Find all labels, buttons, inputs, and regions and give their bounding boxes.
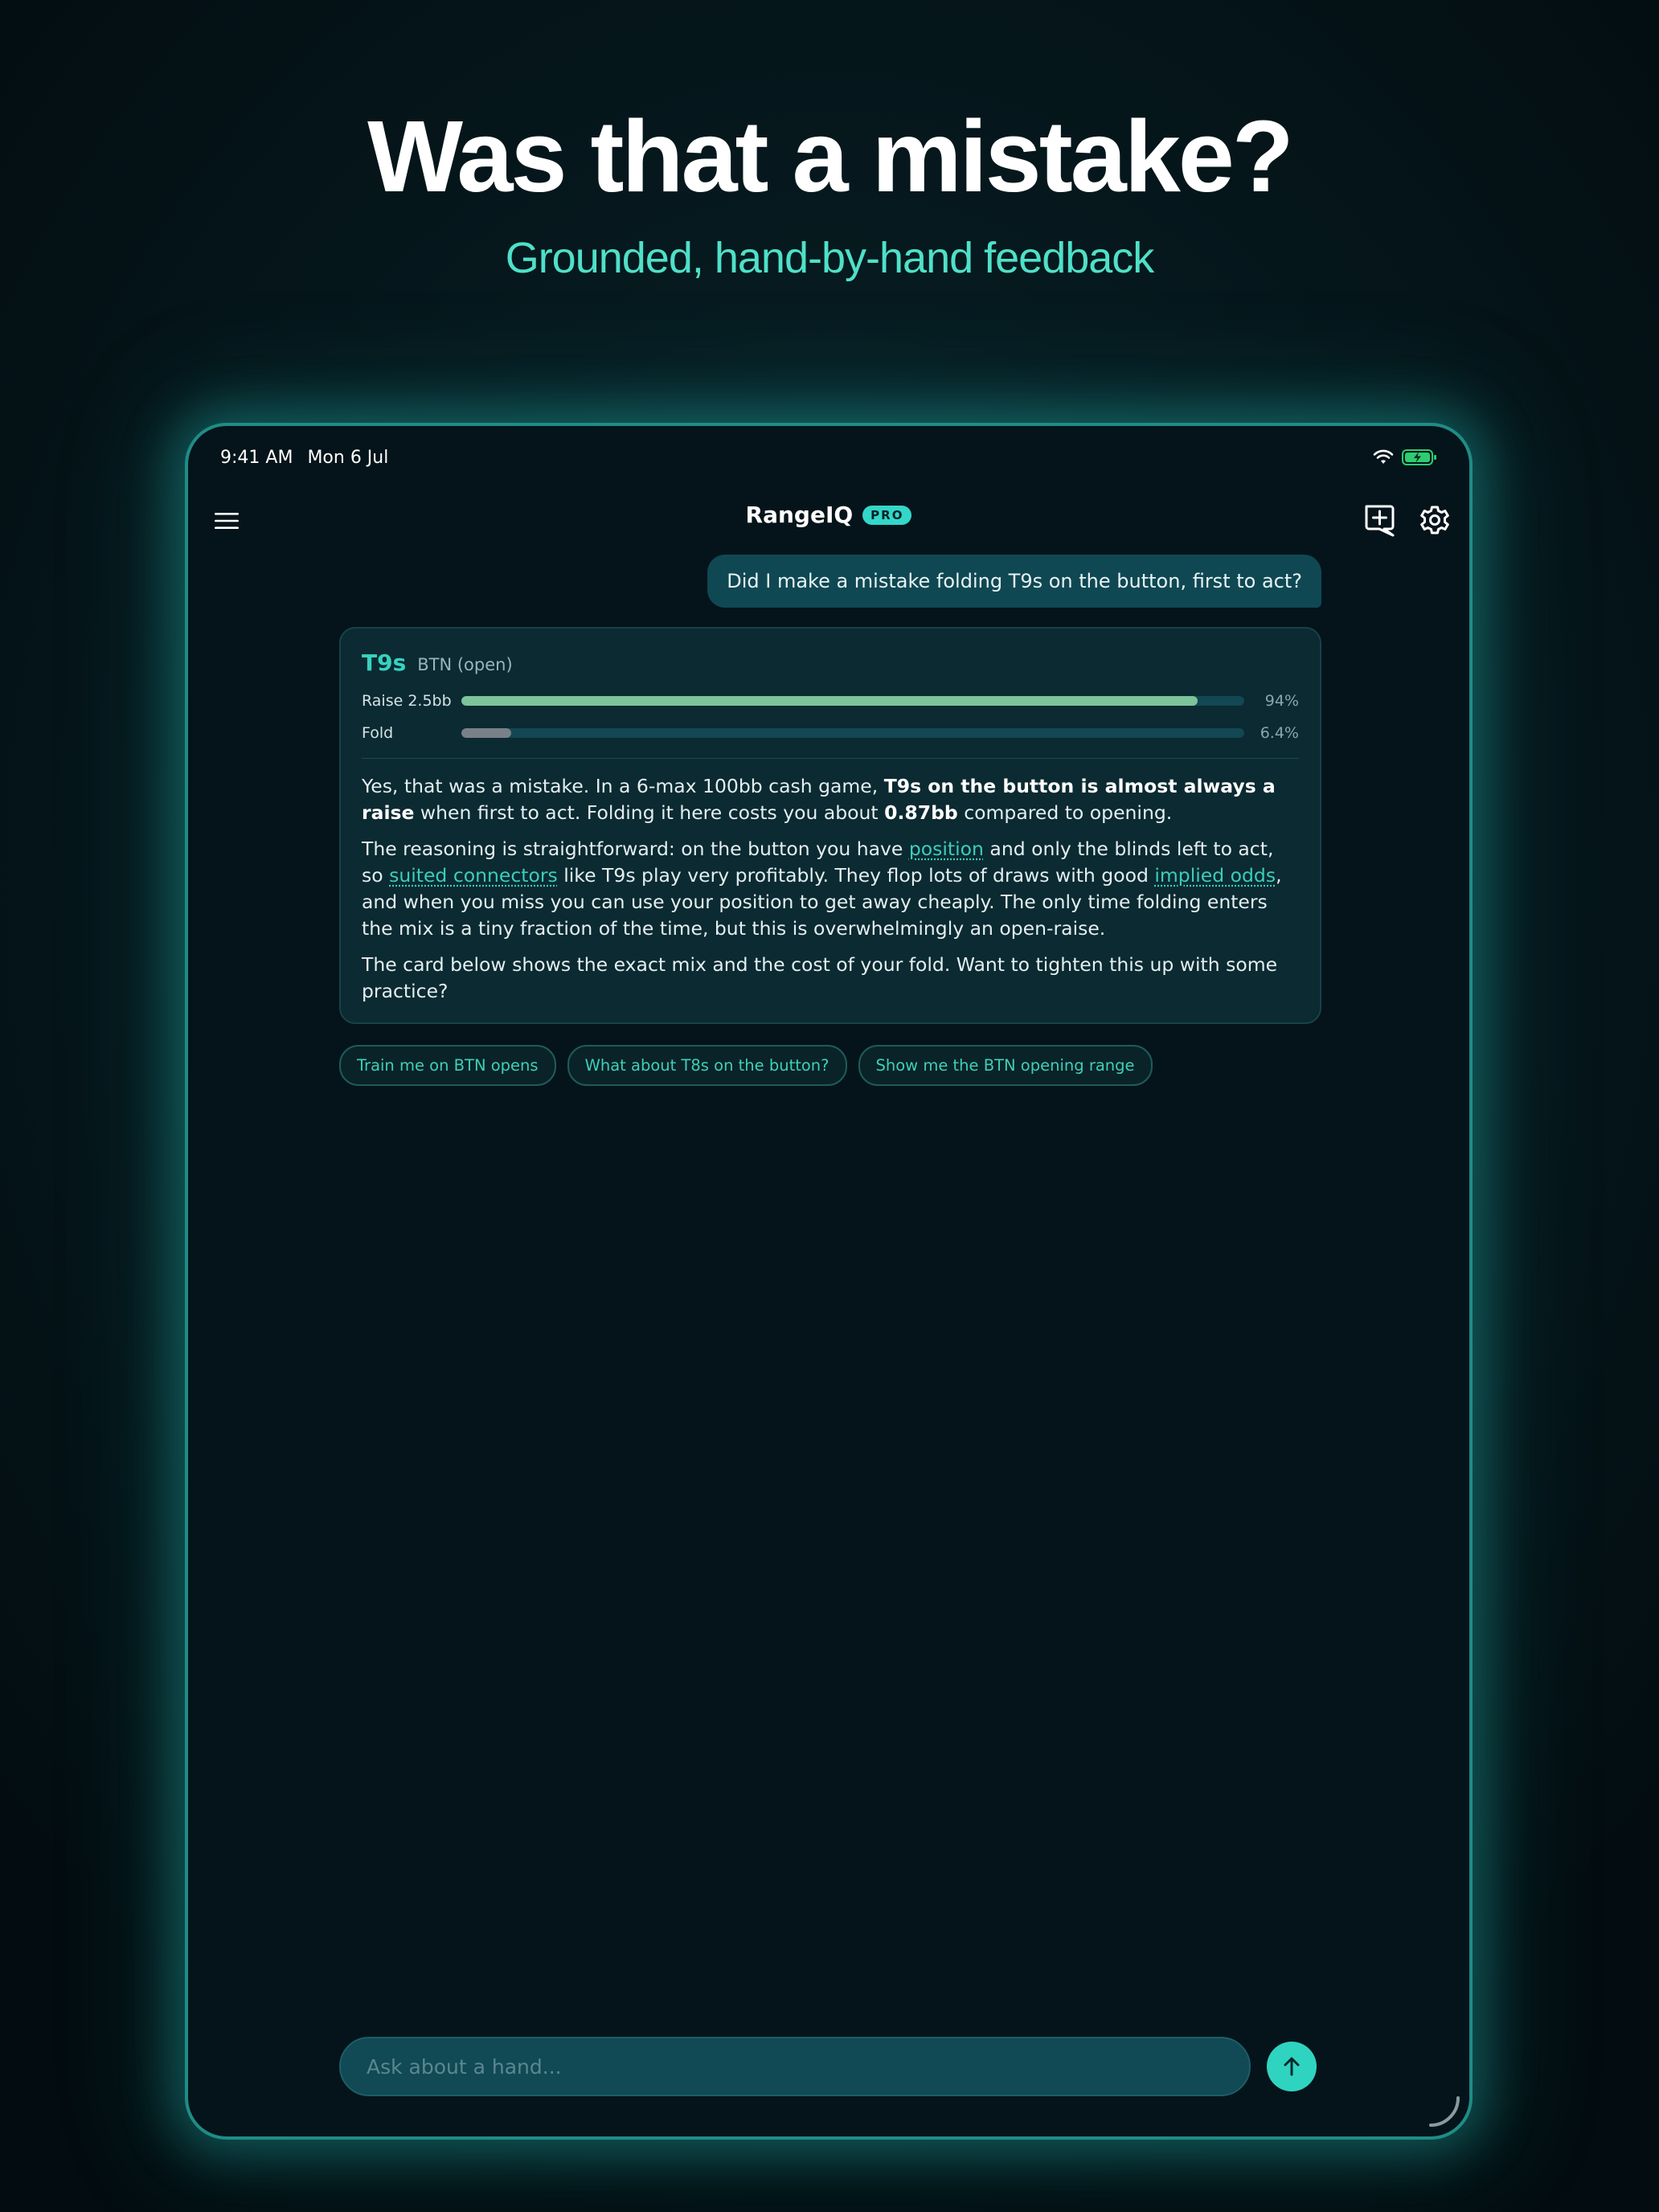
suggestion-chip[interactable]: What about T8s on the button? [567,1045,847,1086]
app-title: RangeIQ [745,502,854,528]
mix-bar-track [461,728,1244,738]
answer-paragraph-3: The card below shows the exact mix and t… [362,953,1278,1002]
assistant-answer-card: T9s BTN (open) Raise 2.5bb 94% Fold 6.4%… [339,627,1321,1024]
user-message-bubble: Did I make a mistake folding T9s on the … [707,555,1321,608]
arrow-up-icon [1284,2057,1300,2076]
status-date: Mon 6 Jul [307,447,389,468]
battery-charging-icon [1402,449,1437,466]
nav-title-group: RangeIQ PRO [188,502,1469,528]
status-time: 9:41 AM [220,447,293,468]
wifi-icon [1373,449,1394,465]
nav-bar: RangeIQ PRO [188,482,1469,563]
tablet-frame: 9:41 AM Mon 6 Jul RangeIQ PRO Did I make… [185,423,1473,2140]
marketing-headline: Was that a mistake? [367,100,1294,213]
glossary-link-position[interactable]: position [909,838,984,860]
marketing-page: Was that a mistake? Grounded, hand-by-ha… [0,0,1659,2212]
message-input[interactable] [365,2054,1249,2079]
mix-percent: 6.4% [1260,724,1299,742]
mix-bar-track [461,696,1244,706]
send-button[interactable] [1267,2042,1317,2091]
suggestion-chip[interactable]: Train me on BTN opens [339,1045,556,1086]
suggestion-chips: Train me on BTN opens What about T8s on … [339,1045,1153,1086]
card-divider [362,758,1299,759]
mix-row-fold: Fold 6.4% [362,721,1299,745]
mix-bar-fill-fold [461,728,512,738]
mix-row-raise: Raise 2.5bb 94% [362,689,1299,713]
glossary-link-implied-odds[interactable]: implied odds [1154,864,1276,887]
answer-paragraph-1: Yes, that was a mistake. In a 6-max 100b… [362,775,1276,824]
hand-name: T9s [362,649,407,676]
marketing-subheadline: Grounded, hand-by-hand feedback [505,234,1155,282]
suggestion-chip[interactable]: Show me the BTN opening range [858,1045,1153,1086]
hand-position: BTN (open) [417,655,513,674]
resize-handle-icon [1426,2093,1461,2128]
answer-paragraph-2: The reasoning is straightforward: on the… [362,838,1282,940]
pro-badge: PRO [862,505,912,525]
mix-bar-fill-raise [461,696,1198,706]
status-bar: 9:41 AM Mon 6 Jul [220,437,1437,477]
status-indicators [1373,449,1437,466]
mix-percent: 94% [1264,692,1299,710]
hand-header: T9s BTN (open) [362,649,1299,676]
mix-label: Raise 2.5bb [362,692,452,710]
settings-icon[interactable] [1416,502,1453,539]
glossary-link-suited-connectors[interactable]: suited connectors [389,864,558,887]
composer [339,2037,1251,2096]
new-chat-icon[interactable] [1362,502,1399,539]
mix-label: Fold [362,724,394,742]
